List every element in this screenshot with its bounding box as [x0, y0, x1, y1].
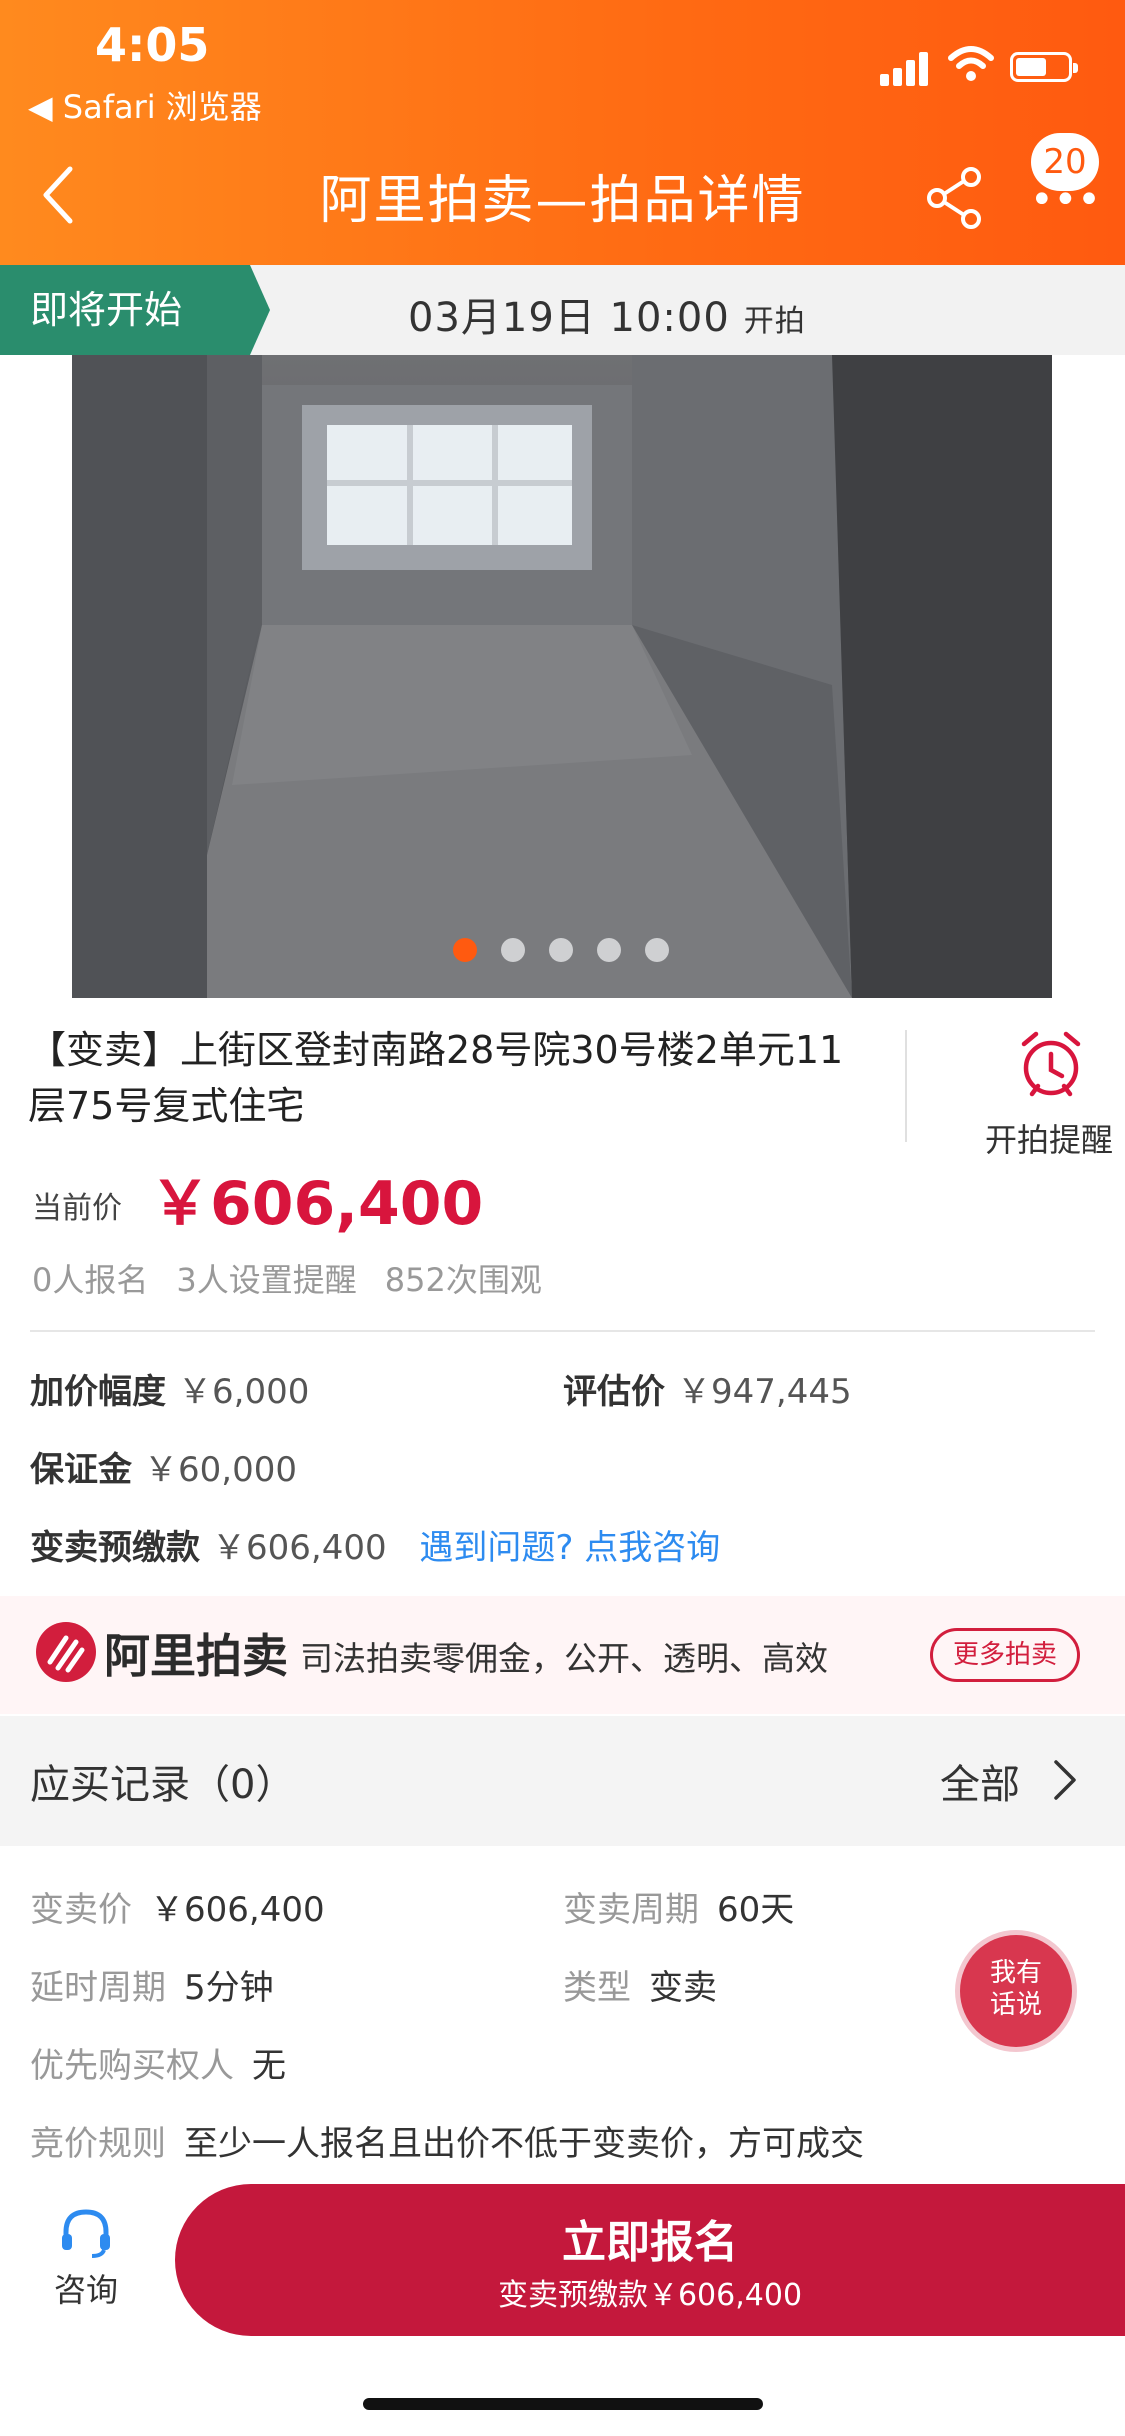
lot-photo[interactable] — [72, 355, 1052, 998]
type-label: 类型 — [563, 1968, 631, 2008]
app-header: 4:05 ◀ Safari 浏览器 阿里拍卖—拍品详情 20 ••• — [0, 0, 1125, 265]
delay-value: 5分钟 — [184, 1968, 274, 2008]
status-time: 4:05 — [95, 18, 210, 72]
priority-label: 优先购买权人 — [30, 2046, 234, 2086]
auction-status-tag: 即将开始 — [0, 265, 270, 355]
cycle-value: 60天 — [717, 1890, 795, 1930]
deposit-label: 保证金 — [30, 1450, 132, 1490]
increment-row: 加价幅度 ￥6,000 — [30, 1364, 309, 1413]
start-datetime: 03月19日 10:00 — [408, 295, 730, 341]
priority-row: 优先购买权人无 — [30, 2038, 286, 2087]
current-price: ￥606,400 — [150, 1169, 484, 1239]
consult-label[interactable]: 咨询 — [54, 2265, 118, 2311]
delay-row: 延时周期 5分钟 — [30, 1960, 274, 2009]
promo-brand: 阿里拍卖 — [104, 1629, 288, 1683]
back-to-app-link[interactable]: ◀ Safari 浏览器 — [28, 82, 262, 128]
view-count: 852次围观 — [384, 1261, 542, 1299]
deposit-value: ￥60,000 — [144, 1450, 297, 1490]
more-icon[interactable]: ••• — [1030, 180, 1101, 220]
type-value: 变卖 — [649, 1968, 717, 2008]
alarm-clock-icon[interactable] — [1018, 1028, 1084, 1100]
headset-icon[interactable] — [58, 2208, 114, 2258]
rule-row: 竞价规则 至少一人报名且出价不低于变卖价，方可成交 — [30, 2116, 864, 2165]
prepay-value: ￥606,400 — [212, 1528, 387, 1568]
chevron-right-icon[interactable] — [1052, 1758, 1078, 1802]
increment-label: 加价幅度 — [30, 1372, 166, 1412]
current-price-label: 当前价 — [32, 1191, 122, 1226]
ali-auction-logo-icon — [36, 1622, 96, 1682]
room-photo-illustration — [72, 355, 1052, 998]
gallery-dot[interactable] — [645, 938, 669, 962]
rule-label: 竞价规则 — [30, 2124, 166, 2164]
register-now-label: 立即报名 — [562, 2217, 738, 2268]
appraisal-row: 评估价 ￥947,445 — [563, 1364, 852, 1413]
signal-icon — [880, 50, 932, 86]
vertical-divider — [905, 1030, 907, 1142]
feedback-float-button[interactable]: 我有 话说 — [960, 1935, 1072, 2047]
reminder-label[interactable]: 开拍提醒 — [985, 1115, 1113, 1161]
lot-stats: 0人报名 3人设置提醒 852次围观 — [32, 1255, 570, 1301]
appraisal-label: 评估价 — [563, 1372, 665, 1412]
auction-start-time: 03月19日 10:00 开拍 — [408, 285, 806, 343]
feedback-line2: 话说 — [989, 1990, 1042, 2020]
gallery-pagination — [453, 938, 673, 964]
deposit-row: 保证金 ￥60,000 — [30, 1442, 297, 1491]
sale-price-row: 变卖价 ￥606,400 — [30, 1882, 325, 1931]
increment-value: ￥6,000 — [178, 1372, 310, 1412]
gallery-dot[interactable] — [597, 938, 621, 962]
lot-title: 【变卖】上街区登封南路28号院30号楼2单元11层75号复式住宅 — [28, 1028, 844, 1128]
gallery-dot[interactable] — [549, 938, 573, 962]
priority-value: 无 — [252, 2046, 286, 2086]
more-auctions-button[interactable]: 更多拍卖 — [930, 1628, 1080, 1682]
prepay-row: 变卖预缴款 ￥606,400 遇到问题? 点我咨询 — [30, 1520, 720, 1569]
view-all-records[interactable]: 全部 — [940, 1752, 1020, 1810]
battery-icon — [1010, 52, 1078, 82]
delay-label: 延时周期 — [30, 1968, 166, 2008]
type-row: 类型 变卖 — [563, 1960, 717, 2009]
gallery-dot[interactable] — [501, 938, 525, 962]
bid-records-title: 应买记录（0） — [30, 1762, 296, 1808]
feedback-line1: 我有 — [989, 1958, 1042, 1988]
rule-value: 至少一人报名且出价不低于变卖价，方可成交 — [184, 2124, 864, 2164]
cycle-label: 变卖周期 — [563, 1890, 699, 1930]
start-suffix: 开拍 — [743, 304, 806, 339]
signup-count: 0人报名 — [32, 1261, 149, 1299]
gallery-dot-active[interactable] — [453, 938, 477, 962]
home-indicator[interactable] — [363, 2398, 763, 2410]
sale-price-label: 变卖价 — [30, 1890, 132, 1930]
prepay-label: 变卖预缴款 — [30, 1528, 200, 1568]
appraisal-value: ￥947,445 — [677, 1372, 852, 1412]
promo-text: 司法拍卖零佣金，公开、透明、高效 — [300, 1639, 828, 1678]
wifi-icon — [948, 46, 994, 81]
sale-price-value: ￥606,400 — [150, 1890, 325, 1930]
reminder-count: 3人设置提醒 — [176, 1261, 357, 1299]
register-prepay-label: 变卖预缴款￥606,400 — [497, 2278, 803, 2313]
help-consult-link[interactable]: 遇到问题? 点我咨询 — [419, 1528, 720, 1568]
divider — [30, 1330, 1095, 1332]
cycle-row: 变卖周期 60天 — [563, 1882, 794, 1931]
register-now-button[interactable]: 立即报名 变卖预缴款￥606,400 — [175, 2184, 1125, 2336]
share-icon[interactable] — [925, 165, 985, 231]
